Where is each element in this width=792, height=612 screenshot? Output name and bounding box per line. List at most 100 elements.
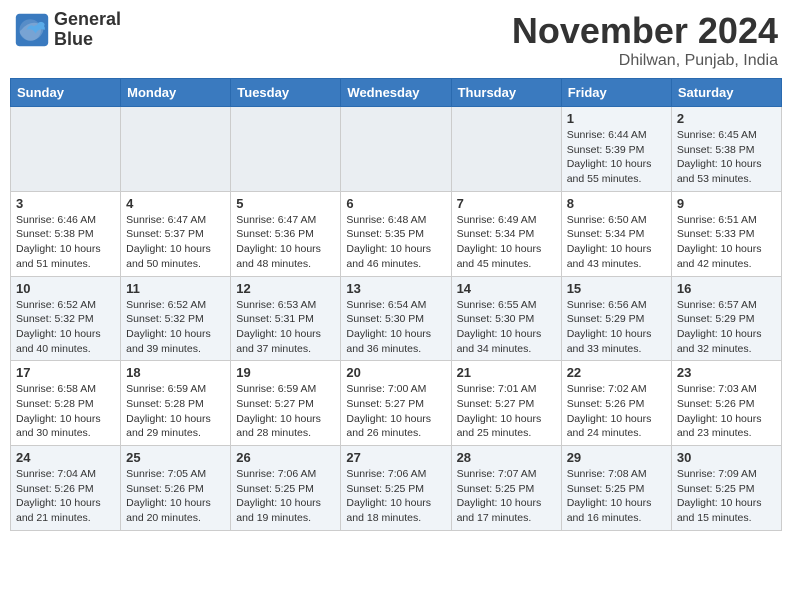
day-info: Sunrise: 7:03 AM Sunset: 5:26 PM Dayligh… [677,382,776,441]
calendar-cell: 15 Sunrise: 6:56 AM Sunset: 5:29 PM Dayli… [561,276,671,361]
day-info: Sunrise: 6:57 AM Sunset: 5:29 PM Dayligh… [677,298,776,357]
calendar-cell: 20 Sunrise: 7:00 AM Sunset: 5:27 PM Dayli… [341,361,451,446]
day-info: Sunrise: 6:48 AM Sunset: 5:35 PM Dayligh… [346,213,445,272]
weekday-header-tuesday: Tuesday [231,79,341,107]
calendar-cell: 21 Sunrise: 7:01 AM Sunset: 5:27 PM Dayli… [451,361,561,446]
day-number: 12 [236,281,335,296]
title-section: November 2024 Dhilwan, Punjab, India [512,10,778,70]
day-number: 27 [346,450,445,465]
day-info: Sunrise: 6:51 AM Sunset: 5:33 PM Dayligh… [677,213,776,272]
calendar-cell: 3 Sunrise: 6:46 AM Sunset: 5:38 PM Daylig… [11,191,121,276]
day-number: 10 [16,281,115,296]
day-number: 11 [126,281,225,296]
weekday-header-saturday: Saturday [671,79,781,107]
calendar-cell: 18 Sunrise: 6:59 AM Sunset: 5:28 PM Dayli… [121,361,231,446]
day-info: Sunrise: 6:44 AM Sunset: 5:39 PM Dayligh… [567,128,666,187]
day-number: 13 [346,281,445,296]
day-info: Sunrise: 6:46 AM Sunset: 5:38 PM Dayligh… [16,213,115,272]
day-number: 16 [677,281,776,296]
day-number: 25 [126,450,225,465]
week-row-3: 10 Sunrise: 6:52 AM Sunset: 5:32 PM Dayli… [11,276,782,361]
calendar-cell: 11 Sunrise: 6:52 AM Sunset: 5:32 PM Dayli… [121,276,231,361]
location: Dhilwan, Punjab, India [512,52,778,70]
day-info: Sunrise: 7:04 AM Sunset: 5:26 PM Dayligh… [16,467,115,526]
day-info: Sunrise: 6:52 AM Sunset: 5:32 PM Dayligh… [16,298,115,357]
calendar-cell: 29Sunrise: 7:08 AM Sunset: 5:25 PM Dayli… [561,446,671,531]
day-info: Sunrise: 6:49 AM Sunset: 5:34 PM Dayligh… [457,213,556,272]
day-info: Sunrise: 7:00 AM Sunset: 5:27 PM Dayligh… [346,382,445,441]
day-number: 3 [16,196,115,211]
day-number: 15 [567,281,666,296]
day-info: Sunrise: 6:55 AM Sunset: 5:30 PM Dayligh… [457,298,556,357]
calendar-cell: 4 Sunrise: 6:47 AM Sunset: 5:37 PM Daylig… [121,191,231,276]
day-number: 6 [346,196,445,211]
day-info: Sunrise: 6:54 AM Sunset: 5:30 PM Dayligh… [346,298,445,357]
logo-text: General Blue [54,10,121,50]
weekday-header-sunday: Sunday [11,79,121,107]
calendar-cell: 8 Sunrise: 6:50 AM Sunset: 5:34 PM Daylig… [561,191,671,276]
calendar-cell [341,107,451,192]
calendar-cell: 10 Sunrise: 6:52 AM Sunset: 5:32 PM Dayli… [11,276,121,361]
calendar-cell: 12 Sunrise: 6:53 AM Sunset: 5:31 PM Dayli… [231,276,341,361]
day-info: Sunrise: 7:06 AM Sunset: 5:25 PM Dayligh… [236,467,335,526]
day-number: 28 [457,450,556,465]
calendar-cell: 2Sunrise: 6:45 AM Sunset: 5:38 PM Daylig… [671,107,781,192]
day-info: Sunrise: 6:59 AM Sunset: 5:27 PM Dayligh… [236,382,335,441]
day-number: 18 [126,365,225,380]
day-number: 23 [677,365,776,380]
calendar-table: SundayMondayTuesdayWednesdayThursdayFrid… [10,78,782,531]
day-number: 29 [567,450,666,465]
day-info: Sunrise: 7:06 AM Sunset: 5:25 PM Dayligh… [346,467,445,526]
day-number: 22 [567,365,666,380]
day-info: Sunrise: 6:53 AM Sunset: 5:31 PM Dayligh… [236,298,335,357]
day-number: 21 [457,365,556,380]
day-number: 19 [236,365,335,380]
week-row-1: 1 Sunrise: 6:44 AM Sunset: 5:39 PM Daylig… [11,107,782,192]
day-number: 1 [567,111,666,126]
day-number: 17 [16,365,115,380]
calendar-cell: 26Sunrise: 7:06 AM Sunset: 5:25 PM Dayli… [231,446,341,531]
calendar-cell: 14Sunrise: 6:55 AM Sunset: 5:30 PM Dayli… [451,276,561,361]
day-info: Sunrise: 6:56 AM Sunset: 5:29 PM Dayligh… [567,298,666,357]
calendar-cell: 25Sunrise: 7:05 AM Sunset: 5:26 PM Dayli… [121,446,231,531]
calendar-cell: 7 Sunrise: 6:49 AM Sunset: 5:34 PM Daylig… [451,191,561,276]
day-number: 20 [346,365,445,380]
weekday-header-wednesday: Wednesday [341,79,451,107]
calendar-cell: 30Sunrise: 7:09 AM Sunset: 5:25 PM Dayli… [671,446,781,531]
day-info: Sunrise: 6:47 AM Sunset: 5:37 PM Dayligh… [126,213,225,272]
day-number: 8 [567,196,666,211]
logo-icon [14,12,50,48]
weekday-header-row: SundayMondayTuesdayWednesdayThursdayFrid… [11,79,782,107]
calendar-cell: 22Sunrise: 7:02 AM Sunset: 5:26 PM Dayli… [561,361,671,446]
day-info: Sunrise: 6:52 AM Sunset: 5:32 PM Dayligh… [126,298,225,357]
calendar-cell: 28 Sunrise: 7:07 AM Sunset: 5:25 PM Dayli… [451,446,561,531]
weekday-header-friday: Friday [561,79,671,107]
day-number: 24 [16,450,115,465]
calendar-cell: 13 Sunrise: 6:54 AM Sunset: 5:30 PM Dayli… [341,276,451,361]
day-number: 30 [677,450,776,465]
calendar-cell: 1 Sunrise: 6:44 AM Sunset: 5:39 PM Daylig… [561,107,671,192]
calendar-cell: 6 Sunrise: 6:48 AM Sunset: 5:35 PM Daylig… [341,191,451,276]
day-info: Sunrise: 6:58 AM Sunset: 5:28 PM Dayligh… [16,382,115,441]
calendar-cell: 19 Sunrise: 6:59 AM Sunset: 5:27 PM Dayli… [231,361,341,446]
logo: General Blue [14,10,121,50]
day-info: Sunrise: 7:07 AM Sunset: 5:25 PM Dayligh… [457,467,556,526]
day-number: 4 [126,196,225,211]
calendar-cell [451,107,561,192]
day-number: 5 [236,196,335,211]
calendar-cell: 9Sunrise: 6:51 AM Sunset: 5:33 PM Daylig… [671,191,781,276]
calendar-cell: 5 Sunrise: 6:47 AM Sunset: 5:36 PM Daylig… [231,191,341,276]
weekday-header-monday: Monday [121,79,231,107]
calendar-cell [231,107,341,192]
day-info: Sunrise: 6:47 AM Sunset: 5:36 PM Dayligh… [236,213,335,272]
week-row-4: 17 Sunrise: 6:58 AM Sunset: 5:28 PM Dayli… [11,361,782,446]
calendar-cell [11,107,121,192]
day-number: 7 [457,196,556,211]
day-info: Sunrise: 6:59 AM Sunset: 5:28 PM Dayligh… [126,382,225,441]
day-info: Sunrise: 7:01 AM Sunset: 5:27 PM Dayligh… [457,382,556,441]
calendar-cell: 16 Sunrise: 6:57 AM Sunset: 5:29 PM Dayli… [671,276,781,361]
calendar-cell: 24 Sunrise: 7:04 AM Sunset: 5:26 PM Dayli… [11,446,121,531]
week-row-2: 3 Sunrise: 6:46 AM Sunset: 5:38 PM Daylig… [11,191,782,276]
day-info: Sunrise: 6:50 AM Sunset: 5:34 PM Dayligh… [567,213,666,272]
calendar-cell: 17 Sunrise: 6:58 AM Sunset: 5:28 PM Dayli… [11,361,121,446]
